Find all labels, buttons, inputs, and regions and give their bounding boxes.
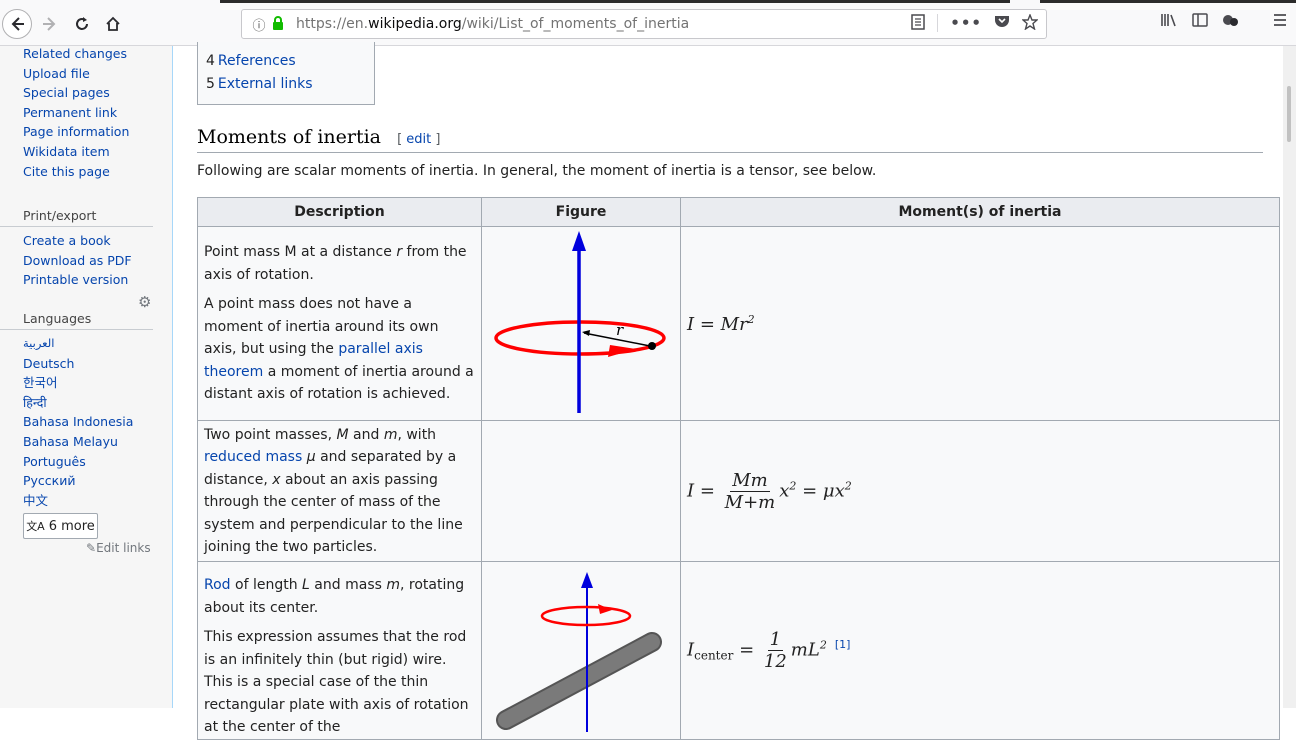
section-heading: Moments of inertia [ edit ] bbox=[197, 126, 1263, 153]
scrollbar[interactable] bbox=[1283, 46, 1296, 708]
row-description: Two point masses, M and m, with reduced … bbox=[197, 420, 482, 562]
rod-diagram bbox=[496, 572, 662, 732]
reduced-mass-link[interactable]: reduced mass bbox=[204, 449, 302, 465]
toc-link-external-links[interactable]: External links bbox=[218, 76, 313, 92]
fraction: Mm M+m bbox=[724, 469, 776, 513]
lang-link-hindi[interactable]: हिन्दी bbox=[0, 393, 173, 413]
column-header-description[interactable]: Description bbox=[197, 197, 482, 227]
row-description: Point mass M at a distance r from the ax… bbox=[197, 226, 482, 421]
gear-icon[interactable]: ⚙ bbox=[138, 293, 151, 311]
table-row: Rod of length L and mass m, rotating abo… bbox=[197, 561, 1280, 740]
point-mass-diagram: r bbox=[494, 231, 666, 413]
sidebar-item-special-pages[interactable]: Special pages bbox=[0, 83, 129, 103]
extension-icon[interactable] bbox=[1222, 12, 1240, 32]
page-actions-icon[interactable]: ••• bbox=[950, 14, 982, 34]
toc-number: 4 bbox=[206, 53, 215, 69]
sidebar-item-permanent-link[interactable]: Permanent link bbox=[0, 103, 129, 123]
lang-link-german[interactable]: Deutsch bbox=[0, 354, 173, 374]
tab-strip-right bbox=[1040, 0, 1296, 3]
more-languages-button[interactable]: 文A 6 more bbox=[23, 513, 98, 540]
lang-link-malay[interactable]: Bahasa Melayu bbox=[0, 432, 173, 452]
svg-text:r: r bbox=[616, 321, 624, 339]
sidebar-item-printable-version[interactable]: Printable version bbox=[0, 270, 173, 290]
menu-icon[interactable] bbox=[1272, 12, 1288, 32]
library-icon[interactable] bbox=[1160, 12, 1178, 32]
formula-rod: Icenter = 1 12 mL2 [1] bbox=[680, 561, 1280, 740]
bookmark-star-icon[interactable] bbox=[1021, 13, 1039, 34]
column-header-moment[interactable]: Moment(s) of inertia bbox=[680, 197, 1280, 227]
translate-icon: 文A bbox=[26, 520, 45, 534]
lang-link-arabic[interactable]: العربية bbox=[0, 334, 173, 354]
table-row: Two point masses, M and m, with reduced … bbox=[197, 420, 1280, 562]
fraction: 1 12 bbox=[763, 628, 787, 672]
info-icon[interactable]: ⓘ bbox=[250, 15, 268, 34]
forward-icon[interactable] bbox=[36, 10, 64, 38]
lang-link-korean[interactable]: 한국어 bbox=[0, 373, 173, 393]
toc-number: 5 bbox=[206, 76, 215, 92]
figure-empty bbox=[481, 420, 681, 562]
table-of-contents: 4 References 5 External links bbox=[197, 42, 375, 105]
column-header-figure[interactable]: Figure bbox=[481, 197, 681, 227]
section-edit-link[interactable]: edit bbox=[406, 132, 431, 147]
figure-rod[interactable] bbox=[481, 561, 681, 740]
pocket-icon[interactable] bbox=[994, 14, 1010, 34]
table-row: Point mass M at a distance r from the ax… bbox=[197, 226, 1280, 421]
edit-links-label: Edit links bbox=[96, 541, 151, 556]
article-content: 4 References 5 External links Moments of i… bbox=[173, 42, 1283, 740]
section-edit: [ edit ] bbox=[397, 132, 441, 147]
moments-table: Description Figure Moment(s) of inertia … bbox=[197, 197, 1280, 740]
pencil-icon: ✎ bbox=[86, 541, 97, 556]
edit-links-link[interactable]: ✎Edit links bbox=[0, 541, 173, 555]
back-icon[interactable] bbox=[2, 9, 32, 39]
sidebar-item-cite-this-page[interactable]: Cite this page bbox=[0, 162, 129, 182]
lock-icon bbox=[272, 15, 290, 33]
sidebar-toggle-icon[interactable] bbox=[1192, 12, 1208, 32]
sidebar-item-wikidata-item[interactable]: Wikidata item bbox=[0, 142, 129, 162]
home-icon[interactable] bbox=[99, 10, 127, 38]
languages-heading: Languages bbox=[0, 311, 153, 330]
sidebar-item-related-changes[interactable]: Related changes bbox=[0, 44, 129, 64]
lang-link-indonesian[interactable]: Bahasa Indonesia bbox=[0, 412, 173, 432]
scrollbar-thumb[interactable] bbox=[1287, 86, 1291, 142]
reader-view-icon[interactable] bbox=[911, 14, 925, 34]
toc-item[interactable]: 5 External links bbox=[206, 73, 366, 96]
url-bar[interactable]: ⓘ https://en.wikipedia.org/wiki/List_of_… bbox=[241, 9, 1047, 39]
sidebar-item-create-book[interactable]: Create a book bbox=[0, 231, 173, 251]
sidebar-item-download-pdf[interactable]: Download as PDF bbox=[0, 251, 173, 271]
section-title: Moments of inertia bbox=[197, 126, 382, 148]
tools-portlet: Related changes Upload file Special page… bbox=[0, 44, 129, 181]
intro-paragraph: Following are scalar moments of inertia.… bbox=[197, 163, 877, 179]
wiki-sidebar: Related changes Upload file Special page… bbox=[0, 46, 173, 708]
browser-toolbar: ⓘ https://en.wikipedia.org/wiki/List_of_… bbox=[0, 0, 1296, 46]
lang-link-russian[interactable]: Русский bbox=[0, 471, 173, 491]
separator bbox=[937, 14, 939, 32]
print-export-heading: Print/export bbox=[0, 208, 153, 227]
row-description: Rod of length L and mass m, rotating abo… bbox=[197, 561, 482, 740]
tab-strip bbox=[220, 0, 1010, 3]
sidebar-item-upload-file[interactable]: Upload file bbox=[0, 64, 129, 84]
formula-two-masses: I = Mm M+m x2 = μx2 bbox=[680, 420, 1280, 562]
reload-icon[interactable] bbox=[68, 10, 96, 38]
toc-link-references[interactable]: References bbox=[218, 53, 296, 69]
languages-portlet: Languages ⚙ العربية Deutsch 한국어 हिन्दी B… bbox=[0, 293, 173, 555]
lang-link-portuguese[interactable]: Português bbox=[0, 452, 173, 472]
formula-point-mass: I = Mr2 bbox=[680, 226, 1280, 421]
print-portlet: Print/export Create a book Download as P… bbox=[0, 194, 173, 290]
citation-link[interactable]: [1] bbox=[835, 638, 851, 651]
table-header-row: Description Figure Moment(s) of inertia bbox=[197, 197, 1280, 227]
more-languages-label: 6 more bbox=[48, 518, 95, 534]
sidebar-item-page-information[interactable]: Page information bbox=[0, 122, 129, 142]
figure-point-mass[interactable]: r bbox=[481, 226, 681, 421]
rod-link[interactable]: Rod bbox=[204, 577, 231, 593]
lang-link-chinese[interactable]: 中文 bbox=[0, 491, 173, 511]
toc-item[interactable]: 4 References bbox=[206, 50, 366, 73]
